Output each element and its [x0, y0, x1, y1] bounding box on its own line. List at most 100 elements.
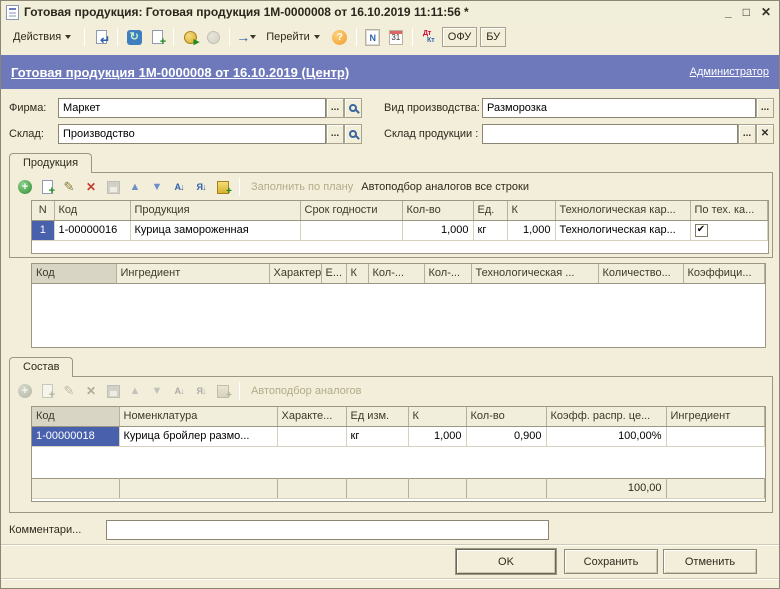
col-header-k[interactable]: К [408, 407, 466, 426]
help-button[interactable]: ? [330, 27, 350, 47]
sort-asc-button[interactable]: А↓ [170, 382, 188, 400]
fill-button[interactable] [214, 382, 232, 400]
col-header-ingredient[interactable]: Ингредиент [116, 264, 269, 283]
product-warehouse-select-button[interactable]: ... [738, 124, 756, 144]
coef-cell[interactable]: 100,00% [546, 426, 666, 446]
row-number-cell[interactable]: 1 [32, 220, 54, 240]
bu-toggle-button[interactable]: БУ [480, 27, 506, 47]
copy-document-button[interactable]: + [147, 27, 167, 47]
dtkt-button[interactable]: Дт Кт [419, 27, 439, 47]
col-header-code[interactable]: Код [32, 264, 116, 283]
product-warehouse-input[interactable] [482, 124, 738, 144]
col-header-unit[interactable]: Е... [321, 264, 346, 283]
copy-row-button[interactable]: + [38, 382, 56, 400]
ingredient-cell[interactable] [666, 426, 765, 446]
delete-row-button[interactable]: ✕ [82, 178, 100, 196]
product-cell[interactable]: Курица замороженная [130, 220, 300, 240]
document-title-link[interactable]: Готовая продукция 1М-0000008 от 16.10.20… [11, 65, 349, 80]
col-header-qty1[interactable]: Кол-... [368, 264, 424, 283]
col-header-coefficient[interactable]: Коэффици... [683, 264, 765, 283]
actions-menu-button[interactable]: Действия [6, 27, 78, 47]
comment-input[interactable] [106, 520, 549, 540]
col-header-code[interactable]: Код [54, 201, 130, 220]
sort-desc-button[interactable]: Я↓ [192, 178, 210, 196]
col-header-ingredient[interactable]: Ингредиент [666, 407, 765, 426]
col-header-n[interactable]: N [32, 201, 54, 220]
shelf-life-cell[interactable] [300, 220, 402, 240]
table-row[interactable]: 1-00000018 Курица бройлер размо... кг 1,… [32, 426, 765, 446]
col-header-characteristic[interactable]: Характе... [277, 407, 346, 426]
edit-row-button[interactable]: ✎ [60, 178, 78, 196]
cancel-button[interactable]: Отменить [663, 549, 757, 574]
post-document-button[interactable]: ▸ [180, 27, 200, 47]
qty-cell[interactable]: 1,000 [402, 220, 473, 240]
tab-products[interactable]: Продукция [9, 153, 92, 173]
col-header-quantity[interactable]: Количество... [598, 264, 683, 283]
delete-row-button[interactable]: ✕ [82, 382, 100, 400]
table-row[interactable]: 1 1-00000016 Курица замороженная 1,000 к… [32, 220, 768, 240]
col-header-product[interactable]: Продукция [130, 201, 300, 220]
col-header-qty[interactable]: Кол-во [402, 201, 473, 220]
document-date-button[interactable]: 31 [386, 27, 406, 47]
user-link[interactable]: Администратор [690, 66, 769, 78]
tab-composition[interactable]: Состав [9, 357, 73, 377]
sort-desc-button[interactable]: Я↓ [192, 382, 210, 400]
tech-card-cell[interactable]: Технологическая кар... [555, 220, 690, 240]
move-down-button[interactable]: ▼ [148, 178, 166, 196]
col-header-coef[interactable]: Коэфф. распр. це... [546, 407, 666, 426]
k-cell[interactable]: 1,000 [408, 426, 466, 446]
production-type-select-button[interactable]: ... [756, 98, 774, 118]
close-button[interactable]: ✕ [761, 5, 771, 19]
warehouse-select-button[interactable]: ... [326, 124, 344, 144]
col-header-tech-card[interactable]: Технологическая кар... [555, 201, 690, 220]
col-header-nomenclature[interactable]: Номенклатура [119, 407, 277, 426]
unpost-document-button[interactable] [203, 27, 223, 47]
code-cell[interactable]: 1-00000016 [54, 220, 130, 240]
characteristic-cell[interactable] [277, 426, 346, 446]
col-header-code[interactable]: Код [32, 407, 119, 426]
save-button[interactable]: Сохранить [564, 549, 658, 574]
production-type-input[interactable] [482, 98, 756, 118]
move-down-button[interactable]: ▼ [148, 382, 166, 400]
copy-row-button[interactable]: + [38, 178, 56, 196]
maximize-button[interactable]: □ [743, 5, 750, 19]
document-number-button[interactable]: N [363, 27, 383, 47]
autoselect-all-rows-button[interactable]: Автоподбор аналогов все строки [361, 181, 529, 193]
unit-cell[interactable]: кг [473, 220, 507, 240]
col-header-qty2[interactable]: Кол-... [424, 264, 471, 283]
ok-button[interactable]: OK [456, 549, 556, 574]
col-header-k[interactable]: К [346, 264, 368, 283]
qty-cell[interactable]: 0,900 [466, 426, 546, 446]
unit-cell[interactable]: кг [346, 426, 408, 446]
move-up-button[interactable]: ▲ [126, 382, 144, 400]
move-up-button[interactable]: ▲ [126, 178, 144, 196]
col-header-tech-card[interactable]: Технологическая ... [471, 264, 598, 283]
checkbox-checked-icon[interactable]: ✔ [695, 224, 708, 237]
end-edit-button[interactable] [104, 382, 122, 400]
ofu-toggle-button[interactable]: ОФУ [442, 27, 477, 47]
autoselect-button[interactable]: Автоподбор аналогов [251, 385, 362, 397]
firm-select-button[interactable]: ... [326, 98, 344, 118]
col-header-unit[interactable]: Ед изм. [346, 407, 408, 426]
by-tech-card-cell[interactable]: ✔ [690, 220, 768, 240]
col-header-unit[interactable]: Ед. [473, 201, 507, 220]
col-header-shelf-life[interactable]: Срок годности [300, 201, 402, 220]
col-header-qty[interactable]: Кол-во [466, 407, 546, 426]
warehouse-lookup-button[interactable] [344, 124, 362, 144]
add-row-button[interactable]: + [16, 178, 34, 196]
goto-menu-button[interactable]: Перейти [259, 27, 327, 47]
warehouse-input[interactable] [58, 124, 326, 144]
refresh-button[interactable]: ↻ [124, 27, 144, 47]
firm-input[interactable] [58, 98, 326, 118]
write-document-button[interactable]: ↵ [91, 27, 111, 47]
code-cell[interactable]: 1-00000018 [32, 426, 119, 446]
col-header-by-tech-card[interactable]: По тех. ка... [690, 201, 768, 220]
edit-row-button[interactable]: ✎ [60, 382, 78, 400]
add-row-button[interactable]: + [16, 382, 34, 400]
k-cell[interactable]: 1,000 [507, 220, 555, 240]
col-header-characteristic[interactable]: Характери... [269, 264, 321, 283]
go-button[interactable]: → [236, 27, 256, 47]
sort-asc-button[interactable]: А↓ [170, 178, 188, 196]
fill-button[interactable] [214, 178, 232, 196]
firm-lookup-button[interactable] [344, 98, 362, 118]
